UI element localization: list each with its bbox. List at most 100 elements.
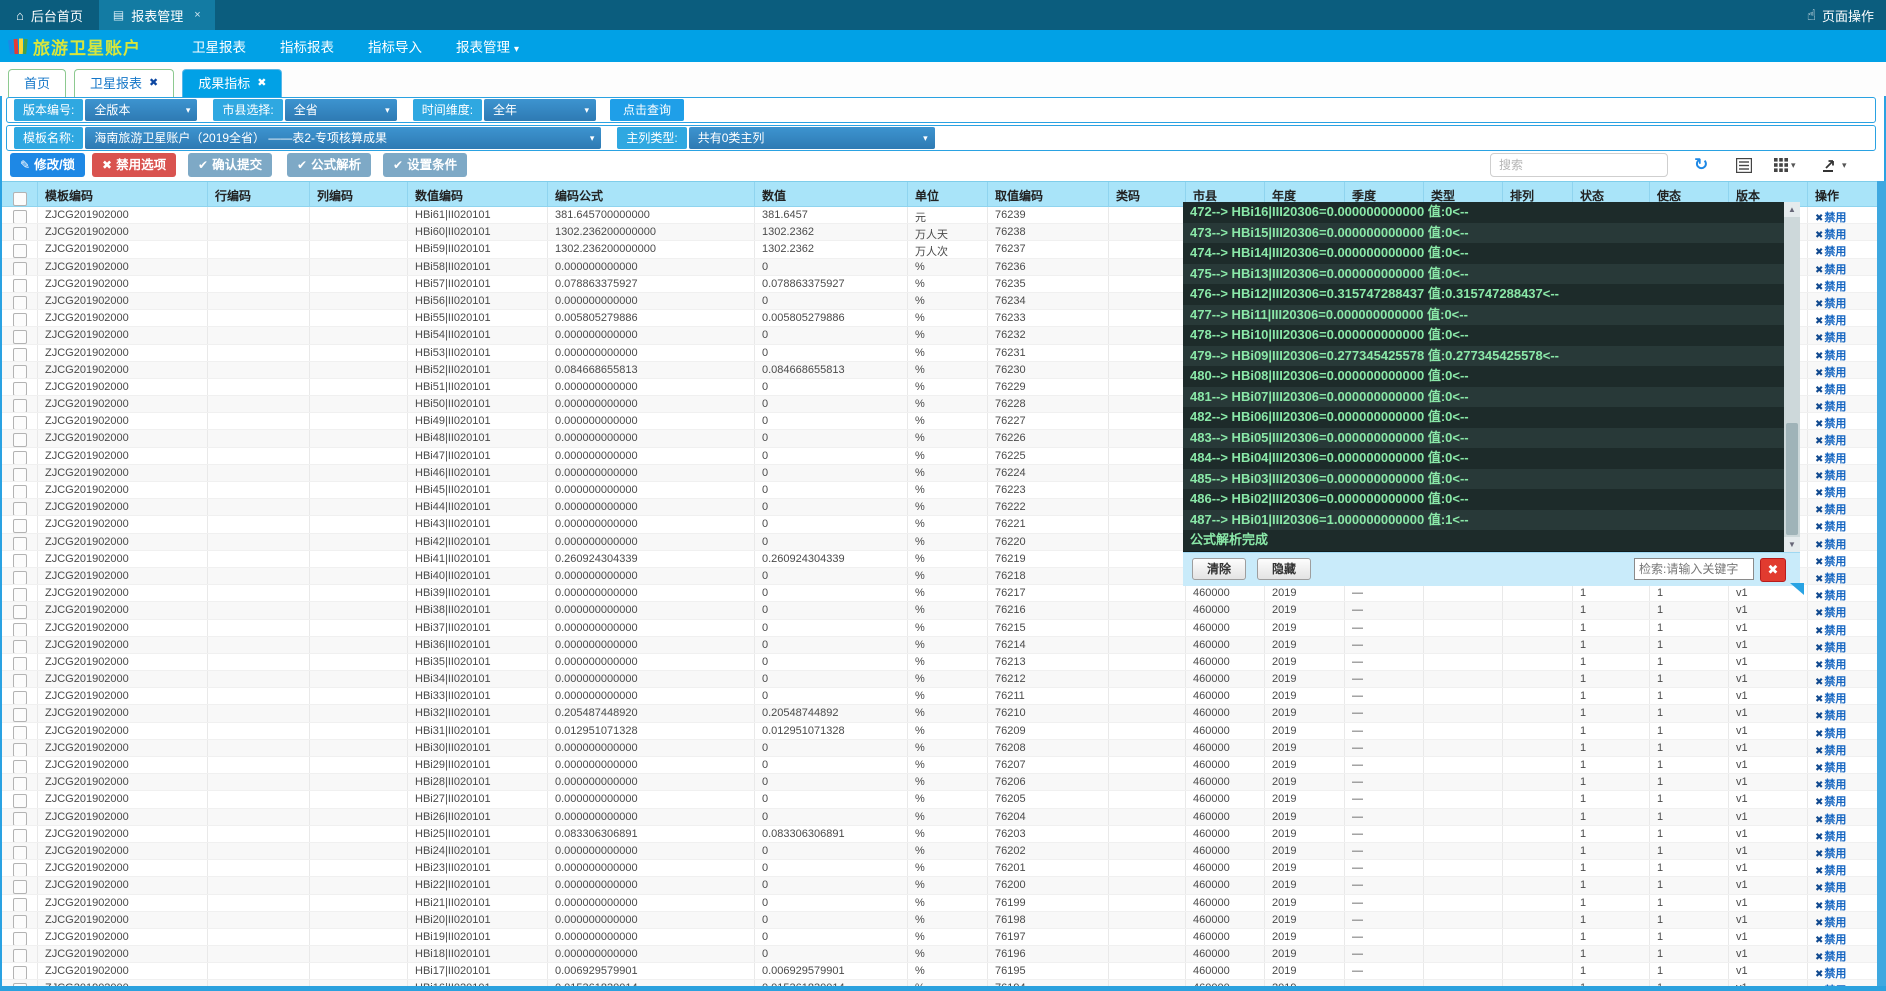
console-search-input[interactable] [1634,558,1754,580]
cell-row-select[interactable] [0,620,38,636]
disable-options-button[interactable]: ✖禁用选项 [92,153,176,177]
row-checkbox[interactable] [13,588,27,601]
row-checkbox[interactable] [13,485,27,498]
grid-view-button[interactable]: ▾ [1774,155,1796,175]
cell-operation[interactable]: ✖禁用 [1808,224,1878,240]
disable-link[interactable]: ✖禁用 [1815,401,1846,412]
cell-row-select[interactable] [0,499,38,515]
confirm-submit-button[interactable]: ✔确认提交 [188,153,272,177]
column-header-6[interactable]: 数值 [755,182,908,206]
set-conditions-button[interactable]: ✔设置条件 [383,153,467,177]
cell-row-select[interactable] [0,379,38,395]
modify-lock-button[interactable]: ✎修改/锁 [10,153,85,177]
cell-operation[interactable]: ✖禁用 [1808,465,1878,481]
cell-row-select[interactable] [0,585,38,601]
cell-row-select[interactable] [0,241,38,257]
cell-operation[interactable]: ✖禁用 [1808,534,1878,550]
row-checkbox[interactable] [13,571,27,584]
row-checkbox[interactable] [13,451,27,464]
search-input[interactable] [1490,153,1668,177]
cell-row-select[interactable] [0,602,38,618]
disable-link[interactable]: ✖禁用 [1815,590,1846,601]
disable-link[interactable]: ✖禁用 [1815,332,1846,343]
cell-row-select[interactable] [0,310,38,326]
cell-operation[interactable]: ✖禁用 [1808,877,1878,893]
disable-link[interactable]: ✖禁用 [1815,435,1846,446]
cell-operation[interactable]: ✖禁用 [1808,276,1878,292]
cell-operation[interactable]: ✖禁用 [1808,705,1878,721]
disable-link[interactable]: ✖禁用 [1815,521,1846,532]
row-checkbox[interactable] [13,262,27,275]
row-checkbox[interactable] [13,812,27,825]
row-checkbox[interactable] [13,691,27,704]
row-checkbox[interactable] [13,210,27,223]
menu-item-4[interactable]: 报表管理▾ [439,36,536,56]
disable-link[interactable]: ✖禁用 [1815,229,1846,240]
cell-row-select[interactable] [0,929,38,945]
disable-link[interactable]: ✖禁用 [1815,762,1846,773]
cell-operation[interactable]: ✖禁用 [1808,482,1878,498]
disable-link[interactable]: ✖禁用 [1815,968,1846,979]
export-button[interactable]: ▾ [1822,155,1847,175]
cell-operation[interactable]: ✖禁用 [1808,860,1878,876]
disable-link[interactable]: ✖禁用 [1815,350,1846,361]
disable-link[interactable]: ✖禁用 [1815,418,1846,429]
cell-row-select[interactable] [0,774,38,790]
disable-link[interactable]: ✖禁用 [1815,212,1846,223]
disable-link[interactable]: ✖禁用 [1815,315,1846,326]
row-checkbox[interactable] [13,399,27,412]
console-close-button[interactable]: ✖ [1760,558,1786,582]
column-header-1[interactable]: 模板编码 [38,182,208,206]
row-checkbox[interactable] [13,244,27,257]
vertical-scrollbar[interactable] [1877,181,1886,991]
cell-row-select[interactable] [0,912,38,928]
cell-row-select[interactable] [0,963,38,979]
close-icon[interactable]: ✖ [149,70,158,97]
cell-row-select[interactable] [0,877,38,893]
cell-operation[interactable]: ✖禁用 [1808,654,1878,670]
cell-operation[interactable]: ✖禁用 [1808,413,1878,429]
cell-row-select[interactable] [0,860,38,876]
cell-operation[interactable]: ✖禁用 [1808,448,1878,464]
cell-row-select[interactable] [0,895,38,911]
time-select[interactable]: 全年▾ [484,99,596,121]
cell-row-select[interactable] [0,654,38,670]
disable-link[interactable]: ✖禁用 [1815,728,1846,739]
row-checkbox[interactable] [13,313,27,326]
cell-row-select[interactable] [0,568,38,584]
column-header-18[interactable]: 操作 [1808,182,1878,206]
topbar-tab-report-admin[interactable]: ▤ 报表管理 × [99,0,215,30]
row-checkbox[interactable] [13,880,27,893]
disable-link[interactable]: ✖禁用 [1815,934,1846,945]
cell-row-select[interactable] [0,843,38,859]
close-icon[interactable]: × [194,9,200,21]
scroll-up-icon[interactable]: ▲ [1784,202,1800,217]
cell-row-select[interactable] [0,259,38,275]
horizontal-scrollbar[interactable] [0,986,1886,991]
cell-operation[interactable]: ✖禁用 [1808,207,1878,223]
cell-row-select[interactable] [0,465,38,481]
cell-operation[interactable]: ✖禁用 [1808,310,1878,326]
cell-row-select[interactable] [0,551,38,567]
version-select[interactable]: 全版本▾ [85,99,197,121]
row-checkbox[interactable] [13,777,27,790]
row-checkbox[interactable] [13,760,27,773]
cell-row-select[interactable] [0,345,38,361]
region-select[interactable]: 全省▾ [285,99,397,121]
disable-link[interactable]: ✖禁用 [1815,504,1846,515]
cell-operation[interactable]: ✖禁用 [1808,688,1878,704]
disable-link[interactable]: ✖禁用 [1815,625,1846,636]
cell-operation[interactable]: ✖禁用 [1808,912,1878,928]
cell-operation[interactable]: ✖禁用 [1808,774,1878,790]
cell-row-select[interactable] [0,637,38,653]
tab-2[interactable]: 卫星报表✖ [74,69,174,97]
column-header-4[interactable]: 数值编码 [408,182,548,206]
tab-1[interactable]: 首页 [8,69,66,97]
row-checkbox[interactable] [13,416,27,429]
disable-link[interactable]: ✖禁用 [1815,246,1846,257]
row-checkbox[interactable] [13,898,27,911]
column-list-button[interactable] [1736,155,1752,175]
cell-row-select[interactable] [0,757,38,773]
menu-item-1[interactable]: 卫星报表 [175,36,263,56]
row-checkbox[interactable] [13,348,27,361]
